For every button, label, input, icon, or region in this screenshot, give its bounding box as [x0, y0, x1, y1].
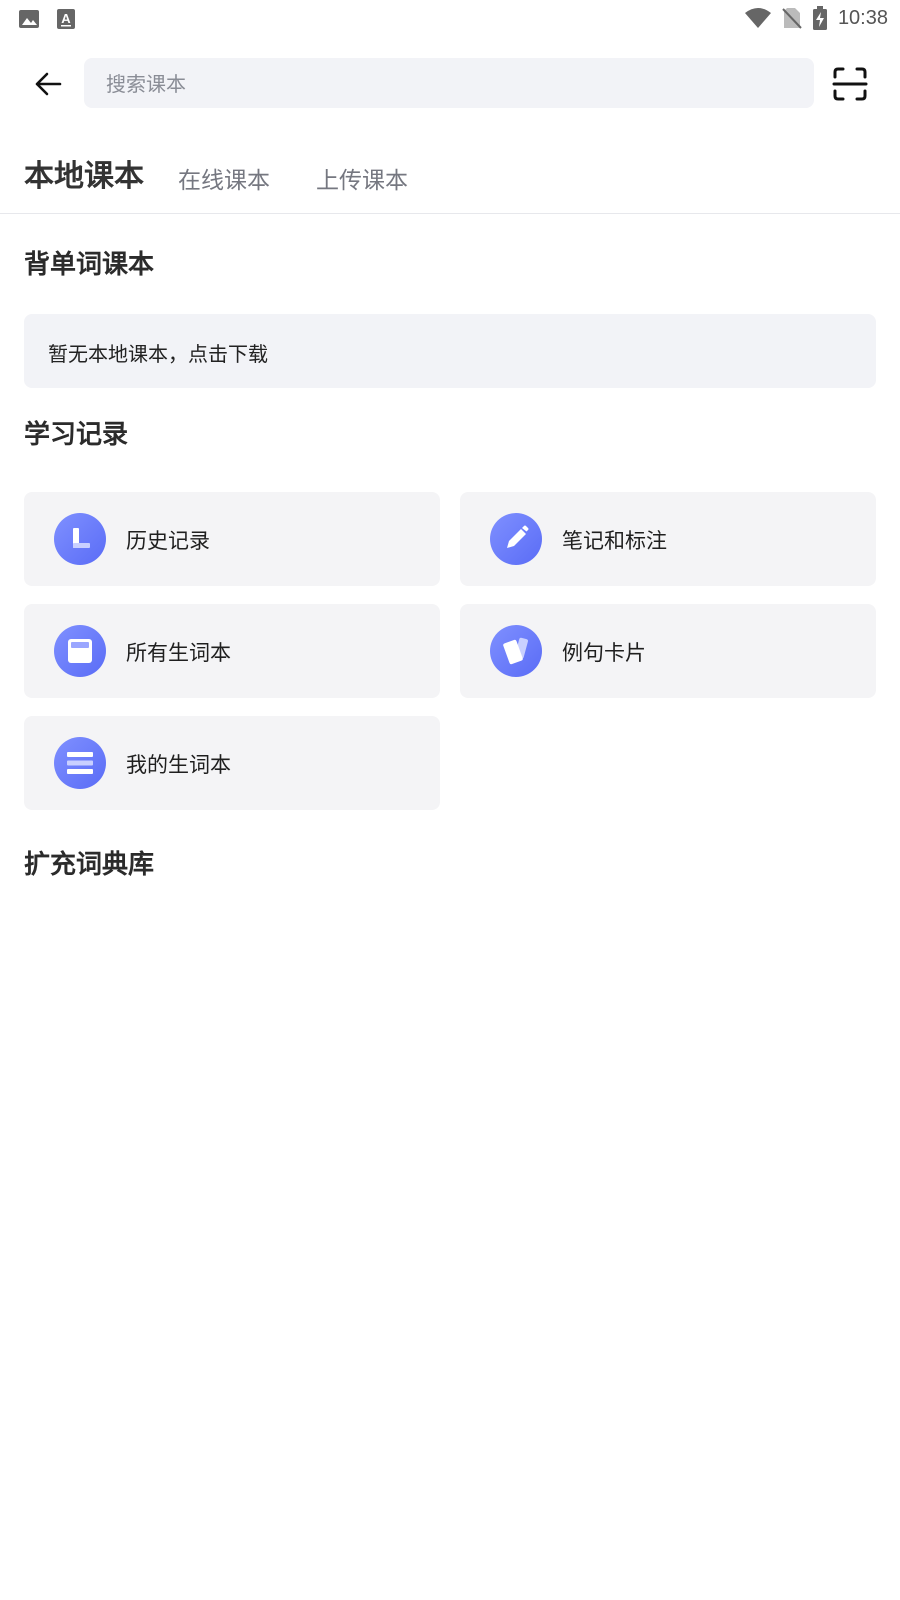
my-vocab-book-card[interactable]: 我的生词本: [24, 716, 440, 810]
all-vocab-books-card[interactable]: 所有生词本: [24, 604, 440, 698]
back-button[interactable]: [28, 64, 68, 104]
pencil-icon: [490, 513, 542, 565]
scan-button[interactable]: [832, 66, 868, 102]
tab-upload-books[interactable]: 上传课本: [316, 166, 408, 196]
clock-time: 10:38: [837, 6, 888, 29]
font-a-icon: A: [56, 8, 76, 30]
notes-annotations-card[interactable]: 笔记和标注: [460, 492, 876, 586]
section-title-study-records: 学习记录: [24, 420, 129, 450]
battery-charging-icon: [812, 6, 828, 30]
history-icon: [54, 513, 106, 565]
cards-icon: [490, 625, 542, 677]
card-label: 所有生词本: [126, 641, 231, 665]
card-label: 例句卡片: [562, 641, 646, 665]
book-tabs: 本地课本 在线课本 上传课本: [24, 150, 454, 196]
history-record-card[interactable]: 历史记录: [24, 492, 440, 586]
section-title-dictionaries: 扩充词典库: [24, 850, 155, 880]
arrow-left-icon: [35, 72, 62, 96]
search-input[interactable]: [104, 58, 798, 110]
example-cards-card[interactable]: 例句卡片: [460, 604, 876, 698]
card-label: 历史记录: [126, 529, 210, 553]
no-sim-icon: [782, 7, 802, 29]
wifi-icon: [744, 7, 772, 29]
empty-hint-text: 暂无本地课本，点击下载: [48, 342, 268, 366]
tab-local-books[interactable]: 本地课本: [24, 158, 144, 196]
list-icon: [54, 737, 106, 789]
scan-icon: [832, 67, 868, 101]
notebook-icon: [54, 625, 106, 677]
status-bar: A 10:38: [0, 0, 900, 38]
download-books-card[interactable]: 暂无本地课本，点击下载: [24, 314, 876, 388]
card-label: 我的生词本: [126, 753, 231, 777]
section-title-word-books: 背单词课本: [24, 250, 155, 280]
search-box[interactable]: [84, 58, 814, 110]
image-icon: [18, 8, 40, 30]
svg-text:A: A: [61, 11, 71, 26]
card-label: 笔记和标注: [562, 529, 667, 553]
tab-online-books[interactable]: 在线课本: [178, 166, 270, 196]
tabs-divider: [0, 213, 900, 214]
